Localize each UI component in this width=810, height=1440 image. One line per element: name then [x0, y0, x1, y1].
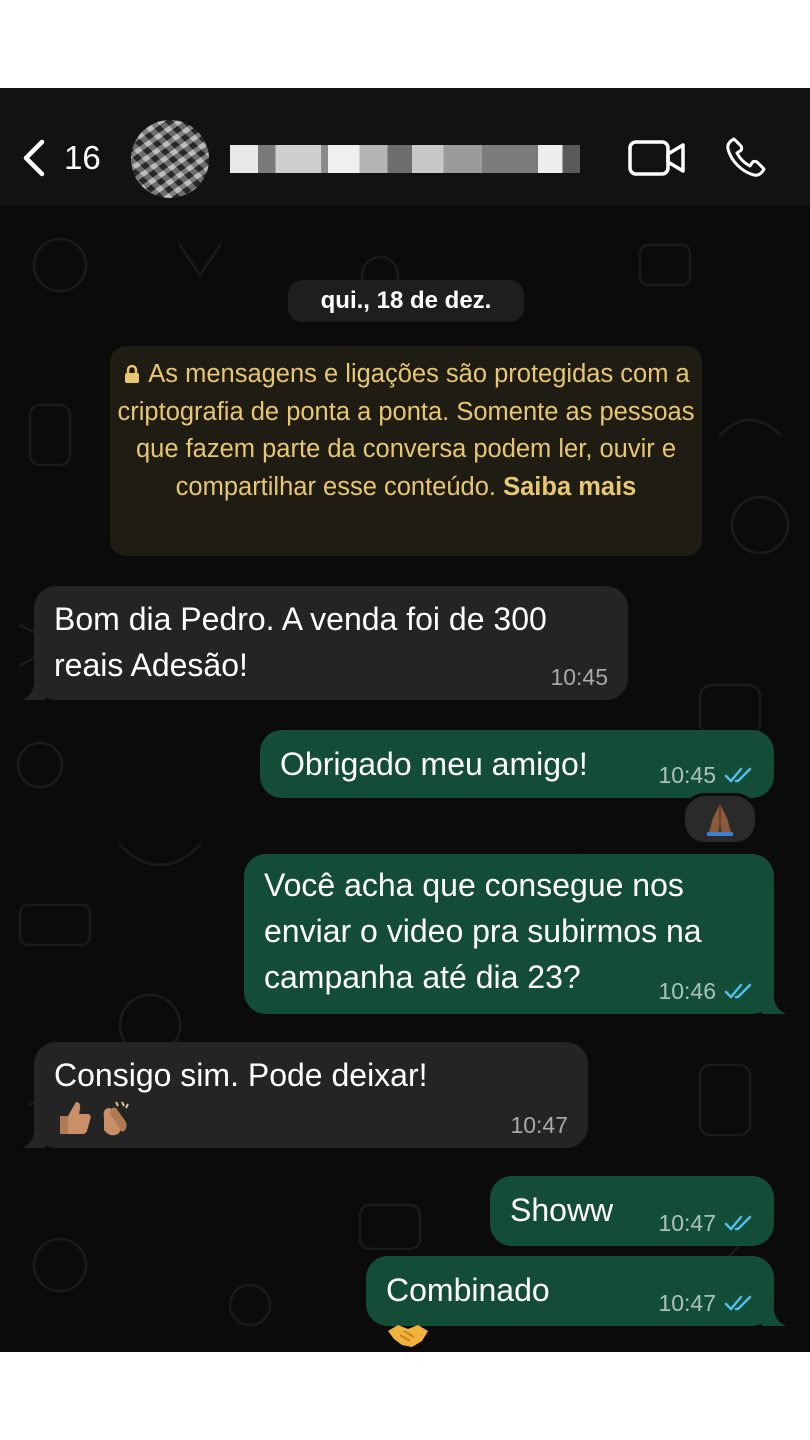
double-check-icon [724, 1215, 752, 1231]
message-time: 10:45 [658, 762, 754, 788]
phone-icon[interactable] [724, 135, 768, 179]
video-camera-icon[interactable] [628, 139, 686, 177]
message-bubble-outgoing[interactable]: Você acha que consegue nos enviar o vide… [244, 854, 786, 1014]
date-separator: qui., 18 de dez. [288, 280, 524, 322]
message-bubble-outgoing[interactable]: Combinado 10:47 [366, 1256, 786, 1347]
chat-header: 16 ██████████ [0, 88, 810, 205]
unread-count[interactable]: 16 [64, 138, 101, 178]
learn-more-link[interactable]: Saiba mais [503, 473, 636, 501]
chat-screen: 16 ██████████ qui., 18 de dez. [0, 88, 810, 1352]
message-bubble-outgoing[interactable]: Obrigado meu amigo! 10:45 [260, 730, 774, 798]
bubble-tail [762, 990, 786, 1014]
folded-hands-emoji-icon [707, 804, 733, 836]
bubble-tail [762, 1302, 786, 1326]
bubble-tail [22, 1124, 46, 1148]
message-time: 10:45 [550, 664, 608, 690]
lock-icon [125, 364, 140, 383]
double-check-icon [724, 1295, 752, 1311]
message-bubble-outgoing[interactable]: Showw 10:47 [490, 1176, 774, 1246]
message-text: Bom dia Pedro. A venda foi de 300 reais … [54, 601, 547, 683]
bubble-tail [22, 676, 46, 700]
avatar[interactable] [131, 120, 209, 198]
message-time: 10:46 [658, 978, 754, 1004]
message-time: 10:47 [658, 1210, 754, 1236]
clapping-hands-emoji-icon [103, 1101, 129, 1136]
message-bubble-incoming[interactable]: Consigo sim. Pode deixar! 10:47 [22, 1042, 588, 1148]
double-check-icon [724, 767, 752, 783]
handshake-emoji-icon [388, 1325, 428, 1347]
encryption-notice[interactable]: As mensagens e ligações são protegidas c… [110, 346, 702, 556]
message-bubble-incoming[interactable]: Bom dia Pedro. A venda foi de 300 reais … [22, 586, 628, 700]
contact-name[interactable]: ██████████ [230, 145, 580, 173]
message-text: Consigo sim. Pode deixar! [54, 1052, 568, 1144]
reaction-badge[interactable] [682, 793, 758, 845]
thumbs-up-emoji-icon [60, 1102, 91, 1134]
double-check-icon [724, 983, 752, 999]
chevron-left-icon[interactable] [18, 138, 50, 178]
message-time: 10:47 [510, 1112, 568, 1138]
message-time: 10:47 [658, 1290, 754, 1316]
